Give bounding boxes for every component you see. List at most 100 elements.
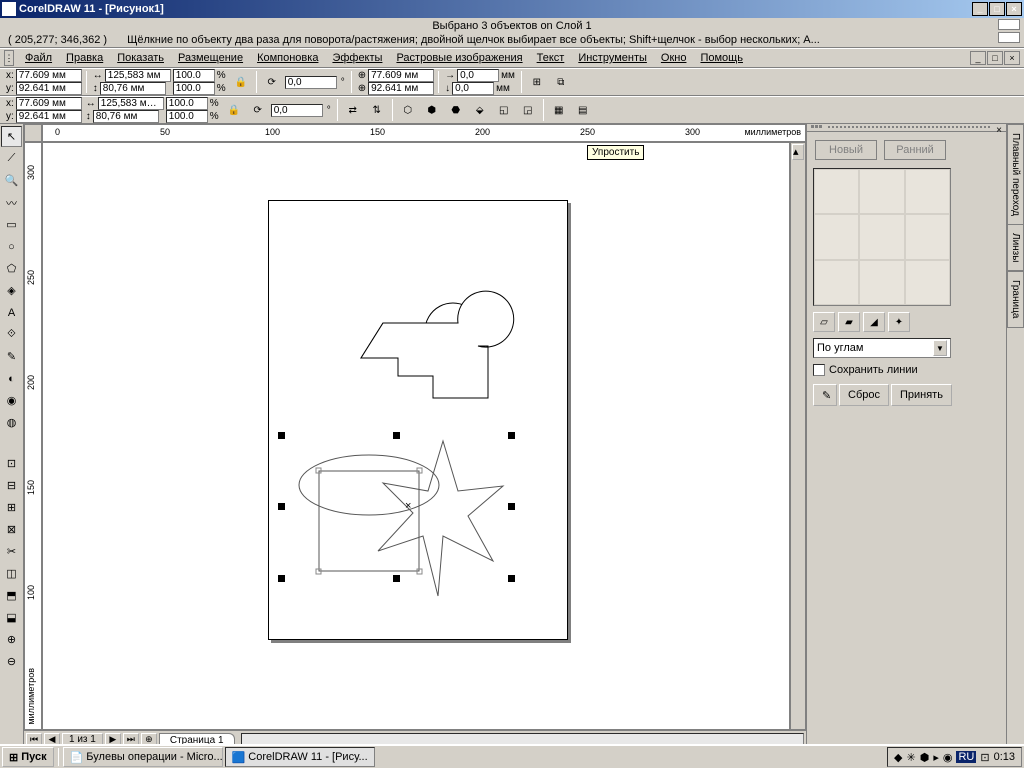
menu-window[interactable]: Окно (654, 50, 694, 66)
preset-4[interactable]: ✦ (888, 312, 910, 332)
pick-tool[interactable]: ↖ (1, 126, 22, 147)
save-lines-checkbox[interactable] (813, 364, 825, 376)
extra-tool-6[interactable]: ◫ (1, 563, 22, 584)
freehand-tool[interactable]: 〰 (1, 192, 22, 213)
fill-tool[interactable]: ◉ (1, 390, 22, 411)
extra-tool-1[interactable]: ⊡ (1, 453, 22, 474)
mirror-h-icon[interactable]: ⇄ (342, 99, 364, 121)
menu-effects[interactable]: Эффекты (325, 50, 389, 66)
trim-icon[interactable]: ⬢ (421, 99, 443, 121)
menu-help[interactable]: Помощь (693, 50, 750, 66)
selection-handle[interactable] (393, 575, 400, 582)
menu-edit[interactable]: Правка (59, 50, 110, 66)
extra-tool-9[interactable]: ⊕ (1, 629, 22, 650)
pos-x2-input[interactable] (16, 97, 82, 110)
mdi-restore[interactable]: □ (987, 51, 1003, 65)
shape-tool[interactable]: ⟋ (1, 148, 22, 169)
mdi-close[interactable]: × (1004, 51, 1020, 65)
reset-button[interactable]: Сброс (839, 384, 889, 406)
start-button[interactable]: ⊞ Пуск (2, 747, 54, 767)
rectangle-tool[interactable]: ▭ (1, 214, 22, 235)
basic-shapes-tool[interactable]: ◈ (1, 280, 22, 301)
preset-2[interactable]: ▰ (838, 312, 860, 332)
mirror-v-icon[interactable]: ⇅ (366, 99, 388, 121)
pos-y-input[interactable] (16, 82, 82, 95)
docker-new-button[interactable]: Новый (815, 140, 877, 160)
width2-input[interactable] (98, 97, 164, 110)
corner-combo[interactable]: По углам ▼ (813, 338, 951, 358)
blend-tool[interactable]: ⟐ (1, 324, 22, 345)
selection-handle[interactable] (508, 503, 515, 510)
extra-tool-3[interactable]: ⊞ (1, 497, 22, 518)
simplify-icon[interactable]: ⬙ (469, 99, 491, 121)
extra-tool-8[interactable]: ⬓ (1, 607, 22, 628)
rotation2-input[interactable] (271, 104, 323, 117)
task-coreldraw[interactable]: 🟦 CorelDRAW 11 - [Рису... (225, 747, 375, 767)
lock-ratio-icon[interactable]: 🔒 (230, 71, 252, 93)
selection-handle[interactable] (278, 503, 285, 510)
apply-dup-icon[interactable]: ⧉ (550, 71, 572, 93)
welded-shape[interactable] (353, 298, 533, 418)
selection-handle[interactable] (278, 575, 285, 582)
front-minus-icon[interactable]: ◱ (493, 99, 515, 121)
scale-x-input[interactable] (173, 69, 215, 82)
weld-icon[interactable]: ⬡ (397, 99, 419, 121)
eyedropper-action-icon[interactable]: ✎ (813, 384, 837, 406)
ruler-horizontal[interactable]: 0 50 100 150 200 250 300 миллиметров (42, 124, 806, 142)
order-icon[interactable]: ▤ (572, 99, 594, 121)
mdi-icon1[interactable] (998, 19, 1020, 30)
tab-blend[interactable]: Плавный переход (1007, 124, 1024, 224)
back-minus-icon[interactable]: ◲ (517, 99, 539, 121)
pos-y2-input[interactable] (16, 110, 82, 123)
preset-grid[interactable] (813, 168, 951, 306)
docker-close-icon[interactable]: × (996, 125, 1002, 130)
ruler-vertical[interactable]: 300 250 200 150 100 миллиметров (24, 142, 42, 730)
task-word[interactable]: 📄 Булевы операции - Micro... (63, 747, 223, 767)
ellipse-tool[interactable]: ○ (1, 236, 22, 257)
apply-button[interactable]: Принять (891, 384, 952, 406)
outline-tool[interactable]: ◐ (1, 368, 22, 389)
extra-tool-7[interactable]: ⬒ (1, 585, 22, 606)
selection-handle[interactable] (393, 432, 400, 439)
chevron-down-icon[interactable]: ▼ (933, 340, 947, 356)
tray-icon-4[interactable]: ▸ (933, 751, 939, 764)
tray-icon-6[interactable]: ⊡ (980, 751, 989, 764)
polygon-tool[interactable]: ⬠ (1, 258, 22, 279)
interactive-fill-tool[interactable]: ◍ (1, 412, 22, 433)
relative-icon[interactable]: ⊞ (526, 71, 548, 93)
lock-ratio2-icon[interactable]: 🔒 (223, 99, 245, 121)
center-x-input[interactable] (368, 69, 434, 82)
scale-x2-input[interactable] (166, 97, 208, 110)
intersect-icon[interactable]: ⬣ (445, 99, 467, 121)
selection-handle[interactable] (508, 432, 515, 439)
offset-y-input[interactable] (452, 82, 494, 95)
tray-icon-3[interactable]: ⬢ (920, 751, 930, 764)
vertical-scrollbar[interactable]: ▴ (790, 142, 806, 730)
menu-grip[interactable]: ⋮ (4, 50, 14, 66)
minimize-button[interactable]: _ (972, 2, 988, 16)
extra-tool-5[interactable]: ✂ (1, 541, 22, 562)
text-tool[interactable]: A (1, 302, 22, 323)
preset-3[interactable]: ◢ (863, 312, 885, 332)
docker-early-button[interactable]: Ранний (884, 140, 946, 160)
height2-input[interactable] (93, 110, 159, 123)
menu-file[interactable]: Файл (18, 50, 59, 66)
scale-y2-input[interactable] (166, 110, 208, 123)
selection-handle[interactable] (508, 575, 515, 582)
tab-contour[interactable]: Граница (1007, 271, 1024, 327)
preset-1[interactable]: ▱ (813, 312, 835, 332)
tab-lens[interactable]: Линзы (1007, 224, 1024, 271)
width-input[interactable] (105, 69, 171, 82)
menu-bitmaps[interactable]: Растровые изображения (389, 50, 529, 66)
close-button[interactable]: × (1006, 2, 1022, 16)
scale-y-input[interactable] (173, 82, 215, 95)
menu-arrange[interactable]: Компоновка (250, 50, 325, 66)
extra-tool-10[interactable]: ⊖ (1, 651, 22, 672)
mdi-minimize[interactable]: _ (970, 51, 986, 65)
selected-objects[interactable]: × (283, 441, 523, 601)
center-y-input[interactable] (368, 82, 434, 95)
scroll-thumb[interactable]: ▴ (792, 144, 804, 160)
mdi-icon2[interactable] (998, 32, 1020, 43)
language-indicator[interactable]: RU (956, 751, 976, 763)
selection-handle[interactable] (278, 432, 285, 439)
